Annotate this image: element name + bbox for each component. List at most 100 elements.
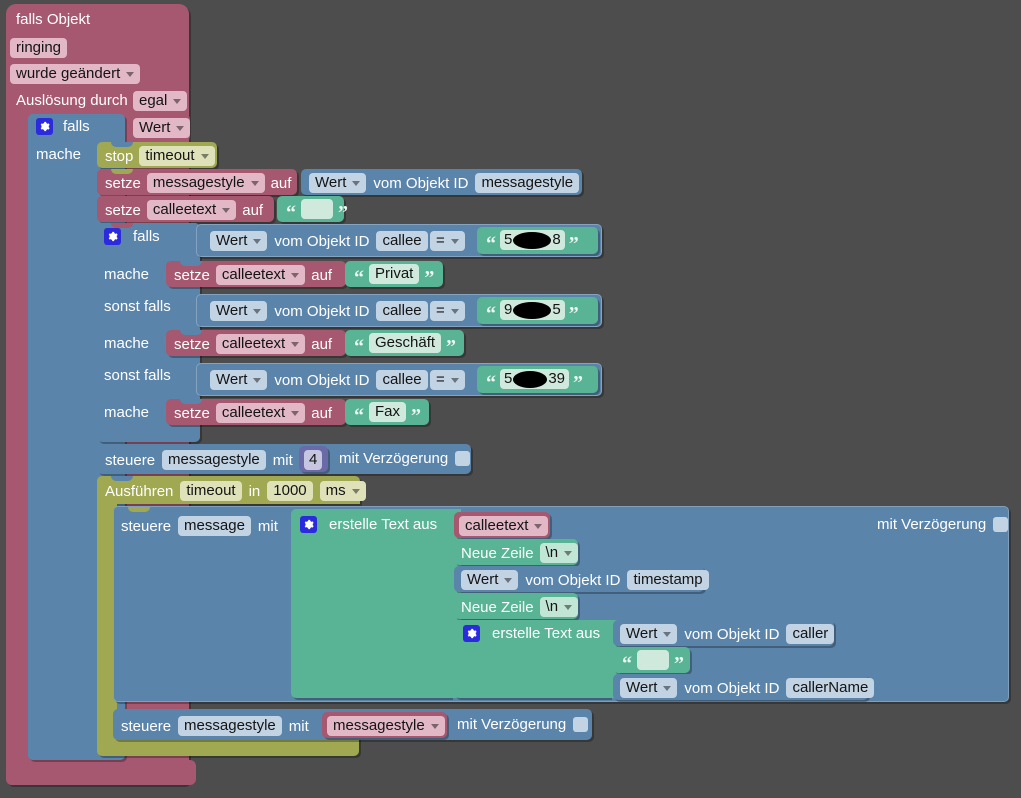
if-outer-condition-dropdown[interactable]: Wert xyxy=(133,118,191,138)
control-var-variable[interactable]: messagestyle xyxy=(327,716,445,736)
condition-2-object-id[interactable]: callee xyxy=(376,370,428,390)
trigger-source-dropdown[interactable]: egal xyxy=(133,91,188,111)
if-inner-do-label-2: mache xyxy=(104,404,150,421)
setze-label: setze xyxy=(105,201,141,219)
trigger-condition-dropdown[interactable]: wurde geändert xyxy=(10,64,141,84)
nested-item-1-text-field[interactable] xyxy=(637,650,669,670)
condition-0-dropdown[interactable]: Wert xyxy=(210,231,268,251)
mit-label: mit xyxy=(257,517,278,535)
nested-create-text-header: erstelle Text aus xyxy=(463,625,600,642)
newline-label: Neue Zeile xyxy=(461,598,534,616)
empty-text-field[interactable] xyxy=(301,199,333,219)
action-0-variable[interactable]: calleetext xyxy=(215,265,306,285)
action-2-variable[interactable]: calleetext xyxy=(215,403,306,423)
newline-dropdown[interactable]: \n xyxy=(539,543,579,563)
blockly-workspace[interactable]: falls Objekt ringing wurde geändert Ausl… xyxy=(0,0,1021,798)
block-notch xyxy=(111,444,133,449)
condition-1-dropdown-label: Wert xyxy=(216,302,248,319)
timeout-unit-dropdown[interactable]: ms xyxy=(319,481,366,501)
timeout-name-field[interactable]: timeout xyxy=(180,481,242,501)
set-calleetext-variable[interactable]: calleetext xyxy=(146,200,237,220)
condition-1-compare-field[interactable]: 95 xyxy=(500,300,565,320)
condition-0-dropdown-label: Wert xyxy=(216,232,248,249)
control-messagestyle-4-row: steuere messagestyle mit xyxy=(105,450,293,470)
trigger-object-id[interactable]: ringing xyxy=(10,38,68,58)
set-messagestyle-variable[interactable]: messagestyle xyxy=(146,173,265,193)
action-2-variable-value: calleetext xyxy=(221,404,286,421)
open-quote-icon: “ xyxy=(354,267,364,289)
number-field-4[interactable]: 4 xyxy=(304,450,323,470)
action-1-text-field[interactable]: Geschäft xyxy=(369,333,442,353)
nested-item-0-objlabel: vom Objekt ID xyxy=(684,625,780,643)
condition-1-objlabel: vom Objekt ID xyxy=(274,302,370,320)
condition-0-object-id[interactable]: callee xyxy=(376,231,428,251)
gear-icon[interactable] xyxy=(300,516,317,533)
condition-1-object-id[interactable]: callee xyxy=(376,301,428,321)
timeout-duration-field[interactable]: 1000 xyxy=(267,481,313,501)
redaction-mask xyxy=(513,301,552,319)
set-messagestyle-variable-value: messagestyle xyxy=(152,174,245,191)
create-text-item-0-variable[interactable]: calleetext xyxy=(459,516,549,536)
if-outer-do-label: mache xyxy=(36,146,82,163)
open-quote-icon: “ xyxy=(622,653,632,675)
messagestyle-object-id[interactable]: messagestyle xyxy=(475,173,580,193)
messagestyle-value-dropdown[interactable]: Wert xyxy=(309,173,367,193)
messagestyle-value-row: Wert vom Objekt ID messagestyle xyxy=(309,173,580,193)
control-message-target[interactable]: message xyxy=(178,516,251,536)
gear-icon[interactable] xyxy=(463,625,480,642)
newline-label: Neue Zeile xyxy=(461,544,534,562)
gear-icon[interactable] xyxy=(104,228,121,245)
close-quote-icon: ” xyxy=(568,303,579,325)
newline-value: \n xyxy=(545,544,559,561)
condition-1-operator[interactable]: = xyxy=(430,301,465,321)
create-text-block[interactable] xyxy=(291,509,451,698)
control-var-delay-checkbox[interactable] xyxy=(573,717,589,732)
chevron-down-icon xyxy=(564,604,573,610)
auf-label: auf xyxy=(311,266,333,284)
nested-item-2-object-id[interactable]: callerName xyxy=(786,678,875,698)
auf-label: auf xyxy=(242,201,264,219)
stop-target-dropdown[interactable]: timeout xyxy=(139,146,215,166)
create-text-item-1-row: Neue Zeile \n xyxy=(461,543,579,563)
condition-2-objlabel: vom Objekt ID xyxy=(274,371,370,389)
condition-2-operator[interactable]: = xyxy=(430,370,465,390)
auf-label: auf xyxy=(311,335,333,353)
condition-0-compare-field[interactable]: 58 xyxy=(500,230,565,250)
condition-2-dropdown[interactable]: Wert xyxy=(210,370,268,390)
control-var-target[interactable]: messagestyle xyxy=(178,716,282,736)
if-outer-condition-value: Wert xyxy=(139,119,171,136)
close-quote-icon: ” xyxy=(338,202,348,224)
control-4-target[interactable]: messagestyle xyxy=(162,450,266,470)
auf-label: auf xyxy=(311,404,333,422)
item-2-objlabel: vom Objekt ID xyxy=(525,571,621,589)
setze-label: setze xyxy=(174,404,210,422)
condition-0-operator[interactable]: = xyxy=(430,231,465,251)
control-4-delay-label: mit Verzögerung xyxy=(339,450,449,467)
control-message-delay-checkbox[interactable] xyxy=(993,517,1009,532)
chevron-down-icon xyxy=(291,410,300,416)
action-2-text-field[interactable]: Fax xyxy=(369,402,407,422)
control-4-delay-checkbox[interactable] xyxy=(455,451,471,466)
newline-dropdown[interactable]: \n xyxy=(539,597,579,617)
condition-1-dropdown[interactable]: Wert xyxy=(210,301,268,321)
ausfuehren-label: Ausführen xyxy=(105,482,174,500)
item-2-object-id[interactable]: timestamp xyxy=(627,570,709,590)
condition-2-compare-field[interactable]: 5 39 xyxy=(500,369,570,389)
condition-0-operator-value: = xyxy=(436,232,445,249)
action-1-variable[interactable]: calleetext xyxy=(215,334,306,354)
action-0-text-field[interactable]: Privat xyxy=(369,264,420,284)
nested-item-0-dropdown[interactable]: Wert xyxy=(620,624,678,644)
nested-item-0-object-id[interactable]: caller xyxy=(786,624,835,644)
nested-item-0-row: Wert vom Objekt ID caller xyxy=(620,624,835,644)
control-messagestyle-var-row: steuere messagestyle mit xyxy=(121,716,309,736)
mit-label: mit xyxy=(288,717,309,735)
chevron-down-icon xyxy=(253,238,262,244)
nested-create-text-label: erstelle Text aus xyxy=(492,625,601,642)
nested-item-2-dropdown[interactable]: Wert xyxy=(620,678,678,698)
create-text-item-0-value: calleetext xyxy=(465,517,529,534)
control-message-delay-row: mit Verzögerung xyxy=(877,516,1009,533)
stop-label: stop xyxy=(105,147,134,165)
gear-icon[interactable] xyxy=(36,118,53,135)
condition-2-compare-row: “ 5 39 ” xyxy=(486,369,583,393)
item-2-dropdown[interactable]: Wert xyxy=(461,570,519,590)
